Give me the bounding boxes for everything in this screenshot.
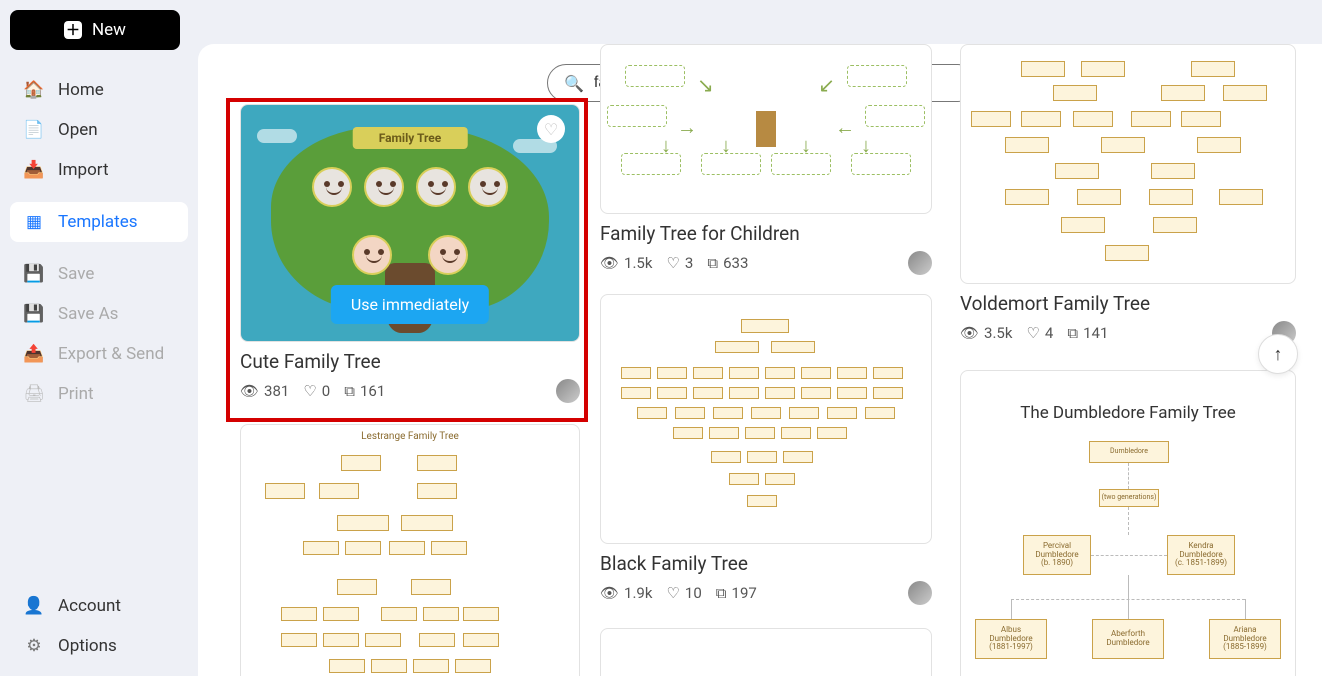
favorite-button[interactable]: ♡ — [537, 115, 565, 143]
gear-icon: ⚙ — [24, 636, 44, 656]
print-icon: 🖨 — [24, 384, 44, 404]
banner-label: Family Tree — [353, 127, 468, 149]
heart-icon: ♡ — [666, 254, 679, 272]
new-button[interactable]: ＋ New — [10, 10, 180, 50]
template-card-lestrange[interactable]: Lestrange Family Tree — [240, 424, 580, 676]
new-button-label: New — [92, 20, 126, 40]
sidebar-item-templates[interactable]: ▦Templates — [10, 202, 188, 242]
main: 🔍 All Family Tree — [198, 0, 1322, 676]
template-card-voldemort[interactable]: Voldemort Family Tree 👁3.5k ♡4 ⧉141 — [960, 44, 1296, 345]
eye-icon: 👁 — [600, 254, 619, 272]
eye-icon: 👁 — [960, 324, 979, 342]
templates-icon: ▦ — [24, 212, 44, 232]
account-icon: 👤 — [24, 596, 44, 616]
sidebar-item-print: 🖨Print — [10, 374, 188, 414]
thumb-title: Lestrange Family Tree — [241, 431, 579, 442]
card-title: Family Tree for Children — [600, 222, 932, 245]
card-title: Cute Family Tree — [240, 350, 580, 373]
scroll-to-top-button[interactable]: ↑ — [1258, 334, 1298, 374]
use-immediately-button[interactable]: Use immediately — [331, 285, 489, 324]
template-card-empty[interactable] — [600, 628, 932, 676]
sidebar-item-save: 💾Save — [10, 254, 188, 294]
eye-icon: 👁 — [240, 382, 259, 400]
card-stats: 👁381 ♡0 ⧉161 — [240, 379, 580, 403]
copy-icon: ⧉ — [344, 382, 355, 400]
sidebar-item-account[interactable]: 👤Account — [10, 586, 188, 626]
heart-icon: ♡ — [666, 584, 679, 602]
sidebar-item-import[interactable]: 📥Import — [10, 150, 188, 190]
copy-icon: ⧉ — [716, 584, 727, 602]
author-avatar[interactable] — [908, 251, 932, 275]
card-stats: 👁1.9k ♡10 ⧉197 — [600, 581, 932, 605]
sidebar-item-export: 📤Export & Send — [10, 334, 188, 374]
eye-icon: 👁 — [600, 584, 619, 602]
heart-icon: ♡ — [303, 382, 316, 400]
content: 🔍 All Family Tree — [198, 44, 1322, 676]
card-stats: 👁3.5k ♡4 ⧉141 — [960, 321, 1296, 345]
template-card-cute[interactable]: Family Tree ♡ Use immediately Cute Famil… — [240, 104, 580, 403]
search-icon: 🔍 — [564, 74, 584, 93]
save-icon: 💾 — [24, 264, 44, 284]
author-avatar[interactable] — [908, 581, 932, 605]
sidebar-item-open[interactable]: 📄Open — [10, 110, 188, 150]
home-icon: 🏠 — [24, 80, 44, 100]
card-title: Black Family Tree — [600, 552, 932, 575]
thumb-title: The Dumbledore Family Tree — [961, 403, 1295, 423]
heart-icon: ♡ — [1026, 324, 1039, 342]
sidebar-item-options[interactable]: ⚙Options — [10, 626, 188, 666]
template-card-dumbledore[interactable]: The Dumbledore Family Tree Dumbledore (t… — [960, 370, 1296, 676]
copy-icon: ⧉ — [1067, 324, 1078, 342]
import-icon: 📥 — [24, 160, 44, 180]
plus-icon: ＋ — [64, 21, 82, 39]
save-as-icon: 💾 — [24, 304, 44, 324]
copy-icon: ⧉ — [707, 254, 718, 272]
card-title: Voldemort Family Tree — [960, 292, 1296, 315]
sidebar-item-save-as: 💾Save As — [10, 294, 188, 334]
author-avatar[interactable] — [556, 379, 580, 403]
export-icon: 📤 — [24, 344, 44, 364]
sidebar: ＋ New 🏠Home 📄Open 📥Import ▦Templates 💾Sa… — [0, 0, 198, 676]
template-card-black[interactable]: Black Family Tree 👁1.9k ♡10 ⧉197 — [600, 294, 932, 605]
sidebar-item-home[interactable]: 🏠Home — [10, 70, 188, 110]
card-stats: 👁1.5k ♡3 ⧉633 — [600, 251, 932, 275]
template-card-children[interactable]: ↘ ↙ → ← ↓ ↓ ↓ ↓ Family Tree for Children… — [600, 44, 932, 275]
open-icon: 📄 — [24, 120, 44, 140]
